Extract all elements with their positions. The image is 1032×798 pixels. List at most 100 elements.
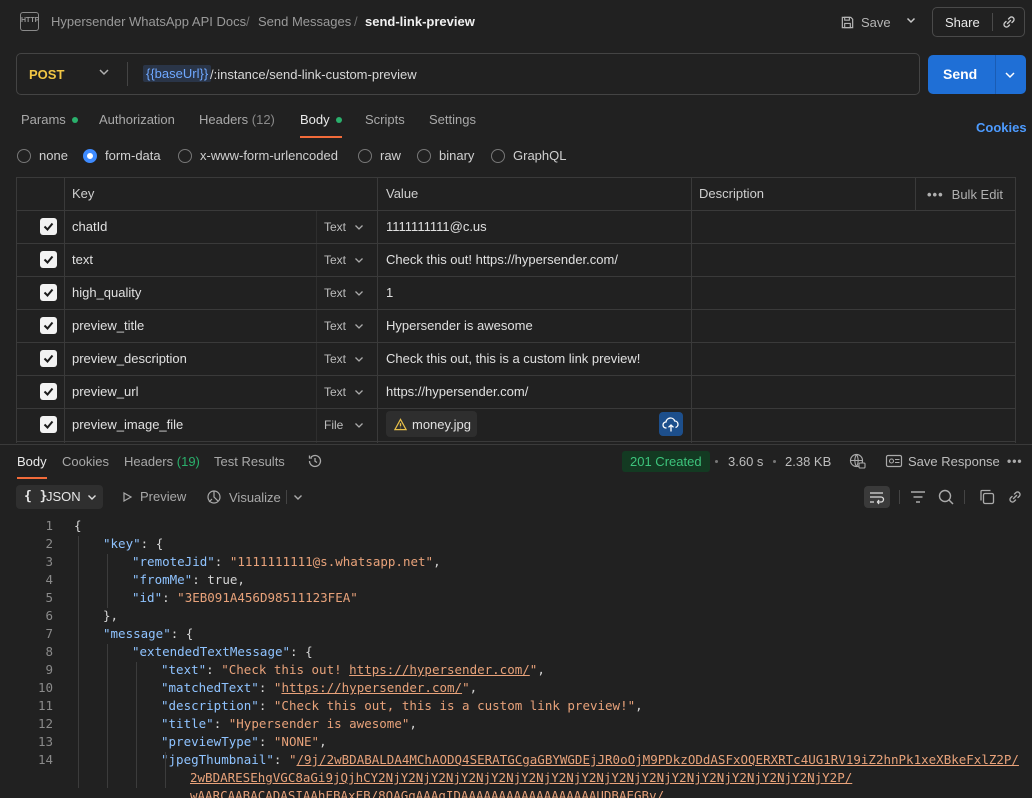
param-key[interactable]: text: [72, 252, 93, 267]
param-key[interactable]: preview_title: [72, 318, 144, 333]
param-type-select[interactable]: File: [324, 418, 343, 432]
response-tab-cookies[interactable]: Cookies: [62, 454, 109, 469]
json-key: "title": [161, 716, 214, 731]
param-key[interactable]: high_quality: [72, 285, 141, 300]
chevron-down-icon[interactable]: [353, 254, 365, 266]
copy-icon[interactable]: [977, 487, 997, 507]
radio-graphql[interactable]: GraphQL: [491, 148, 566, 163]
radio-raw[interactable]: raw: [358, 148, 401, 163]
chevron-down-icon[interactable]: [353, 353, 365, 365]
json-link[interactable]: /9j/2wBDABALDA4MChAODQ4SERATGCgaGBYWGDEj…: [296, 752, 1018, 767]
network-globe-icon[interactable]: [848, 452, 866, 470]
upload-file-button[interactable]: [659, 412, 683, 436]
tab-authorization[interactable]: Authorization: [99, 112, 175, 127]
url-variable[interactable]: {{baseUrl}}: [143, 65, 212, 82]
chevron-down-icon[interactable]: [353, 221, 365, 233]
radio-binary[interactable]: binary: [417, 148, 474, 163]
chevron-down-icon[interactable]: [353, 419, 365, 431]
column-divider: [915, 178, 916, 210]
row-checkbox[interactable]: [40, 383, 57, 400]
param-type-select[interactable]: Text: [324, 385, 346, 399]
chevron-down-icon[interactable]: [97, 65, 111, 79]
tab-settings[interactable]: Settings: [429, 112, 476, 127]
param-type-select[interactable]: Text: [324, 352, 346, 366]
json-link[interactable]: https://hypersender.com/: [281, 680, 462, 695]
param-value[interactable]: https://hypersender.com/: [386, 384, 528, 399]
json-punctuation: :: [258, 698, 274, 713]
radio-none[interactable]: none: [17, 148, 68, 163]
response-time[interactable]: 3.60 s: [728, 454, 763, 469]
param-key[interactable]: preview_url: [72, 384, 138, 399]
preview-button[interactable]: Preview: [121, 489, 186, 504]
chevron-down-icon[interactable]: [353, 320, 365, 332]
http-method-select[interactable]: POST: [29, 67, 64, 82]
chevron-down-icon[interactable]: [353, 386, 365, 398]
breadcrumb-folder[interactable]: Send Messages: [258, 14, 351, 29]
panel-divider[interactable]: [0, 444, 1032, 445]
wrap-lines-button[interactable]: [864, 486, 890, 508]
checkmark-icon: [43, 354, 54, 363]
chevron-down-icon[interactable]: [353, 287, 365, 299]
search-icon[interactable]: [936, 487, 956, 507]
radio-form-data[interactable]: form-data: [83, 148, 161, 163]
row-checkbox[interactable]: [40, 218, 57, 235]
response-tab-body[interactable]: Body: [17, 454, 47, 469]
param-value[interactable]: Check this out! https://hypersender.com/: [386, 252, 618, 267]
file-chip[interactable]: money.jpg: [386, 411, 477, 437]
visualize-button[interactable]: Visualize: [206, 489, 281, 505]
chevron-down-icon[interactable]: [1003, 68, 1017, 82]
row-checkbox[interactable]: [40, 251, 57, 268]
history-icon[interactable]: [306, 452, 324, 470]
param-key[interactable]: chatId: [72, 219, 107, 234]
more-options-icon[interactable]: •••: [1007, 454, 1023, 468]
param-type-select[interactable]: Text: [324, 220, 346, 234]
radio-circle: [417, 148, 431, 163]
checkmark-icon: [43, 255, 54, 264]
response-size[interactable]: 2.38 KB: [785, 454, 831, 469]
response-tab-test-results[interactable]: Test Results: [214, 454, 285, 469]
row-checkbox[interactable]: [40, 350, 57, 367]
tab-scripts[interactable]: Scripts: [365, 112, 405, 127]
breadcrumb-collection[interactable]: Hypersender WhatsApp API Docs: [51, 14, 246, 29]
copy-link-icon[interactable]: [1000, 13, 1018, 31]
code-line: "text": "Check this out! https://hyperse…: [161, 662, 545, 677]
url-input[interactable]: /:instance/send-link-custom-preview: [210, 67, 417, 82]
response-code-viewer[interactable]: 1{2 "key": {3 "remoteJid": "1111111111@s.w…: [0, 515, 1032, 798]
share-button[interactable]: Share: [945, 15, 980, 30]
line-number: 6: [45, 608, 53, 623]
param-value[interactable]: 1111111111@c.us: [386, 219, 487, 234]
tab-params[interactable]: Params: [21, 112, 78, 127]
param-type-select[interactable]: Text: [324, 319, 346, 333]
param-value[interactable]: 1: [386, 285, 393, 300]
chevron-down-icon[interactable]: [292, 491, 304, 503]
param-type-select[interactable]: Text: [324, 286, 346, 300]
json-link[interactable]: https://hypersender.com/: [349, 662, 530, 677]
tab-body[interactable]: Body: [300, 112, 342, 127]
json-link[interactable]: wAARCAABACADASIAAhEBAxEB/8QAGgAAAgIDAAAA…: [190, 788, 664, 798]
link-icon[interactable]: [1005, 487, 1025, 507]
filter-icon[interactable]: [908, 487, 928, 507]
radio-x-www-form-urlencoded[interactable]: x-www-form-urlencoded: [178, 148, 338, 163]
divider: [286, 490, 287, 504]
bulk-edit-button[interactable]: ••• Bulk Edit: [927, 187, 1003, 202]
save-button[interactable]: Save: [840, 10, 891, 34]
save-options-button[interactable]: [900, 10, 922, 34]
status-badge[interactable]: 201 Created: [622, 451, 710, 472]
param-key[interactable]: preview_description: [72, 351, 187, 366]
cookies-link[interactable]: Cookies: [976, 120, 1027, 135]
param-type-select[interactable]: Text: [324, 253, 346, 267]
save-response-button[interactable]: Save Response: [908, 454, 1000, 469]
param-value[interactable]: Check this out, this is a custom link pr…: [386, 351, 640, 366]
response-tab-headers[interactable]: Headers (19): [124, 454, 200, 469]
row-checkbox[interactable]: [40, 317, 57, 334]
tab-headers[interactable]: Headers (12): [199, 112, 275, 127]
format-select[interactable]: { } JSON: [16, 485, 103, 509]
row-checkbox[interactable]: [40, 284, 57, 301]
param-key[interactable]: preview_image_file: [72, 417, 183, 432]
row-checkbox[interactable]: [40, 416, 57, 433]
json-link[interactable]: 2wBDARESEhgVGC8aGi9jQjhCY2NjY2NjY2NjY2Nj…: [190, 770, 852, 785]
param-value[interactable]: Hypersender is awesome: [386, 318, 533, 333]
save-label: Save: [861, 14, 891, 30]
send-button[interactable]: Send: [943, 66, 977, 82]
json-string: "NONE": [273, 734, 320, 749]
